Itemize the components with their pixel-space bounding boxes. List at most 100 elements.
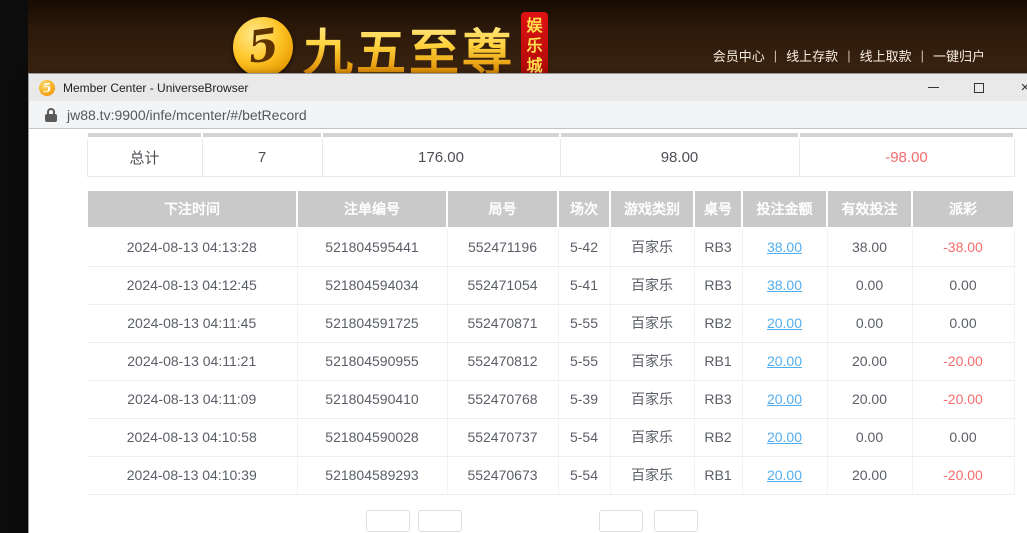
table-row: 2024-08-13 04:12:45521804594034552471054… [87, 266, 1014, 304]
column-header-valid_bet: 有效投注 [827, 190, 912, 228]
cell-time: 2024-08-13 04:13:28 [87, 228, 297, 266]
cell-payout: 0.00 [912, 266, 1014, 304]
column-header-payout: 派彩 [912, 190, 1014, 228]
cell-valid_bet: 0.00 [827, 266, 912, 304]
minimize-button[interactable] [919, 74, 947, 101]
column-header-round: 局号 [447, 190, 558, 228]
cell-round: 552470812 [447, 342, 558, 380]
column-header-table_no: 桌号 [694, 190, 742, 228]
browser-favicon-icon: 5 [39, 80, 55, 96]
pagination-button[interactable] [418, 510, 462, 532]
minimize-icon [928, 87, 939, 88]
bet-amount-link[interactable]: 20.00 [767, 315, 802, 331]
cell-round: 552470673 [447, 456, 558, 494]
pagination-button[interactable] [654, 510, 698, 532]
cell-valid_bet: 20.00 [827, 342, 912, 380]
bet-amount-link[interactable]: 20.00 [767, 467, 802, 483]
casino-logo-text: 九五至尊 [303, 13, 515, 73]
browser-urlbar[interactable]: jw88.tv:9900/infe/mcenter/#/betRecord [29, 101, 1027, 129]
cell-session: 5-42 [558, 228, 610, 266]
cell-bet_id: 521804591725 [297, 304, 447, 342]
summary-cell: 总计 [87, 138, 202, 176]
cell-table_no: RB2 [694, 304, 742, 342]
nav-item-3[interactable]: 线上取款 [860, 46, 912, 65]
summary-cell: 176.00 [322, 138, 560, 176]
casino-logo-circle-icon: 5 [233, 17, 293, 73]
bet-amount-link[interactable]: 20.00 [767, 353, 802, 369]
cell-payout: -20.00 [912, 380, 1014, 418]
cell-time: 2024-08-13 04:11:09 [87, 380, 297, 418]
column-header-game: 游戏类别 [610, 190, 694, 228]
cell-time: 2024-08-13 04:10:58 [87, 418, 297, 456]
cell-table_no: RB3 [694, 266, 742, 304]
bet-amount-link[interactable]: 20.00 [767, 391, 802, 407]
cell-valid_bet: 0.00 [827, 418, 912, 456]
nav-item-2[interactable]: 线上存款 [786, 46, 838, 65]
bet-table-header-row: 下注时间注单编号局号场次游戏类别桌号投注金额有效投注派彩 [87, 190, 1014, 228]
cell-round: 552470871 [447, 304, 558, 342]
cell-game: 百家乐 [610, 304, 694, 342]
close-button[interactable]: × [1011, 74, 1027, 101]
cell-payout: 0.00 [912, 304, 1014, 342]
close-icon: × [1021, 80, 1027, 95]
cell-bet_amount: 38.00 [742, 266, 827, 304]
cell-time: 2024-08-13 04:11:21 [87, 342, 297, 380]
column-header-time: 下注时间 [87, 190, 297, 228]
cell-game: 百家乐 [610, 380, 694, 418]
cell-session: 5-55 [558, 304, 610, 342]
cell-session: 5-41 [558, 266, 610, 304]
browser-titlebar[interactable]: 5 Member Center - UniverseBrowser × [29, 74, 1027, 101]
summary-table: 总计7176.0098.00-98.00 [86, 131, 1015, 177]
casino-logo: 5 九五至尊 娱乐城 [233, 9, 548, 73]
cell-valid_bet: 38.00 [827, 228, 912, 266]
cell-table_no: RB3 [694, 228, 742, 266]
cell-valid_bet: 20.00 [827, 380, 912, 418]
bet-amount-link[interactable]: 38.00 [767, 277, 802, 293]
cell-time: 2024-08-13 04:12:45 [87, 266, 297, 304]
table-row: 2024-08-13 04:10:58521804590028552470737… [87, 418, 1014, 456]
badge-char: 乐 [526, 37, 542, 57]
window-title: Member Center - UniverseBrowser [63, 81, 248, 95]
cell-game: 百家乐 [610, 342, 694, 380]
cell-bet_id: 521804590410 [297, 380, 447, 418]
cell-session: 5-54 [558, 456, 610, 494]
cell-time: 2024-08-13 04:10:39 [87, 456, 297, 494]
casino-site-header: 5 九五至尊 娱乐城 会员中心|线上存款|线上取款|一键归户 [28, 0, 1027, 73]
url-text[interactable]: jw88.tv:9900/infe/mcenter/#/betRecord [67, 107, 307, 123]
cell-round: 552470737 [447, 418, 558, 456]
maximize-button[interactable] [965, 74, 993, 101]
cell-bet_amount: 20.00 [742, 418, 827, 456]
cell-bet_amount: 20.00 [742, 304, 827, 342]
cell-game: 百家乐 [610, 266, 694, 304]
page-content: 总计7176.0098.00-98.00 下注时间注单编号局号场次游戏类别桌号投… [29, 129, 1027, 533]
site-nav: 会员中心|线上存款|线上取款|一键归户 [713, 46, 985, 65]
cell-session: 5-39 [558, 380, 610, 418]
nav-item-1[interactable]: 会员中心 [713, 46, 765, 65]
nav-separator: | [774, 48, 777, 63]
casino-logo-badge: 娱乐城 [521, 12, 548, 73]
badge-char: 娱 [526, 17, 542, 37]
table-row: 2024-08-13 04:11:09521804590410552470768… [87, 380, 1014, 418]
cell-round: 552470768 [447, 380, 558, 418]
table-row: 2024-08-13 04:11:45521804591725552470871… [87, 304, 1014, 342]
cell-payout: 0.00 [912, 418, 1014, 456]
bet-amount-link[interactable]: 20.00 [767, 429, 802, 445]
cell-round: 552471196 [447, 228, 558, 266]
nav-separator: | [847, 48, 850, 63]
cell-table_no: RB1 [694, 456, 742, 494]
cell-bet_id: 521804595441 [297, 228, 447, 266]
cell-table_no: RB3 [694, 380, 742, 418]
cell-session: 5-55 [558, 342, 610, 380]
cell-bet_id: 521804590955 [297, 342, 447, 380]
cell-game: 百家乐 [610, 228, 694, 266]
summary-cell: -98.00 [799, 138, 1014, 176]
pagination-button[interactable] [366, 510, 410, 532]
cell-game: 百家乐 [610, 418, 694, 456]
pagination-button[interactable] [599, 510, 643, 532]
summary-cell: 98.00 [560, 138, 799, 176]
bet-table-body: 2024-08-13 04:13:28521804595441552471196… [87, 228, 1014, 494]
nav-item-4[interactable]: 一键归户 [933, 46, 985, 65]
bet-amount-link[interactable]: 38.00 [767, 239, 802, 255]
column-header-bet_amount: 投注金额 [742, 190, 827, 228]
cell-bet_amount: 20.00 [742, 342, 827, 380]
